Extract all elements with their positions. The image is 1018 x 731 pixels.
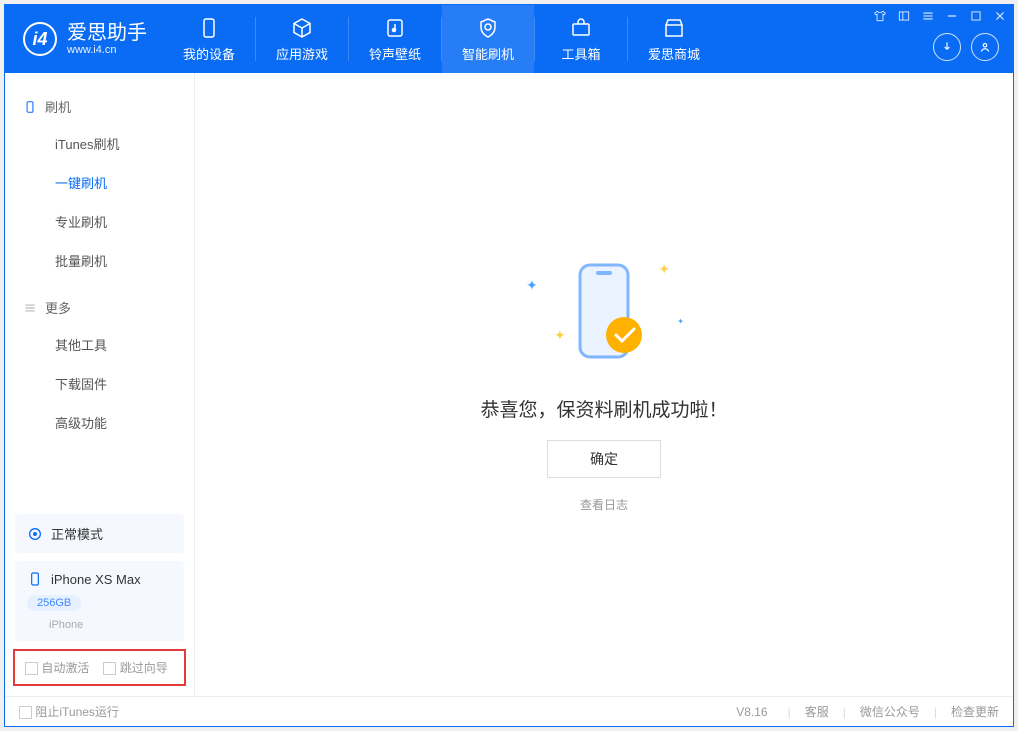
panel-icon[interactable] bbox=[897, 9, 911, 23]
device-mode: 正常模式 bbox=[51, 524, 103, 543]
device-type: iPhone bbox=[27, 619, 172, 631]
music-icon bbox=[383, 16, 407, 40]
logo: i4 爱思助手 www.i4.cn bbox=[5, 22, 163, 56]
device-icon bbox=[197, 16, 221, 40]
maximize-icon[interactable] bbox=[969, 9, 983, 23]
footer-right: V8.16 | 客服 | 微信公众号 | 检查更新 bbox=[736, 703, 999, 720]
tab-label: 工具箱 bbox=[561, 44, 600, 63]
footer-link-support[interactable]: 客服 bbox=[805, 703, 829, 720]
sidebar: 刷机 iTunes刷机 一键刷机 专业刷机 批量刷机 更多 其他工具 下载固件 … bbox=[5, 73, 195, 696]
more-icon bbox=[23, 301, 37, 315]
menu-icon[interactable] bbox=[921, 9, 935, 23]
window-controls bbox=[873, 9, 1007, 23]
tab-apps[interactable]: 应用游戏 bbox=[256, 5, 348, 73]
cube-icon bbox=[290, 16, 314, 40]
success-message: 恭喜您，保资料刷机成功啦！ bbox=[480, 395, 727, 422]
sidebar-item-itunes[interactable]: iTunes刷机 bbox=[5, 124, 194, 163]
store-icon bbox=[662, 16, 686, 40]
tab-my-device[interactable]: 我的设备 bbox=[163, 5, 255, 73]
logo-icon: i4 bbox=[23, 22, 57, 56]
minimize-icon[interactable] bbox=[945, 9, 959, 23]
close-icon[interactable] bbox=[993, 9, 1007, 23]
mode-icon bbox=[27, 526, 43, 542]
sidebar-group-flash: 刷机 bbox=[5, 89, 194, 124]
auto-activate-checkbox[interactable]: 自动激活 bbox=[25, 659, 89, 676]
sidebar-item-advanced[interactable]: 高级功能 bbox=[5, 403, 194, 442]
download-button[interactable] bbox=[933, 33, 961, 61]
user-button[interactable] bbox=[971, 33, 999, 61]
app-sub: www.i4.cn bbox=[67, 44, 147, 56]
sidebar-item-other[interactable]: 其他工具 bbox=[5, 325, 194, 364]
app-name: 爱思助手 bbox=[67, 22, 147, 44]
footer-link-wechat[interactable]: 微信公众号 bbox=[860, 703, 920, 720]
tab-label: 应用游戏 bbox=[276, 44, 328, 63]
tab-label: 爱思商城 bbox=[648, 44, 700, 63]
version-label: V8.16 bbox=[736, 705, 767, 719]
titlebar: i4 爱思助手 www.i4.cn 我的设备 应用游戏 铃声壁纸 bbox=[5, 5, 1013, 73]
top-tabs: 我的设备 应用游戏 铃声壁纸 智能刷机 工具箱 bbox=[163, 5, 720, 73]
phone-icon bbox=[23, 100, 37, 114]
view-log-link[interactable]: 查看日志 bbox=[580, 496, 628, 513]
sidebar-group-title: 更多 bbox=[45, 298, 71, 317]
tab-ringtones[interactable]: 铃声壁纸 bbox=[349, 5, 441, 73]
ok-button[interactable]: 确定 bbox=[547, 440, 661, 478]
tab-store[interactable]: 爱思商城 bbox=[628, 5, 720, 73]
app-window: i4 爱思助手 www.i4.cn 我的设备 应用游戏 铃声壁纸 bbox=[4, 4, 1014, 727]
tab-label: 铃声壁纸 bbox=[369, 44, 421, 63]
sidebar-item-pro[interactable]: 专业刷机 bbox=[5, 202, 194, 241]
main-content: ✦ ✦ ✦ ✦ 恭喜您，保资料刷机成功啦！ 确定 查看日志 bbox=[195, 73, 1013, 696]
tab-label: 智能刷机 bbox=[462, 44, 514, 63]
success-illustration: ✦ ✦ ✦ ✦ bbox=[544, 257, 664, 377]
shirt-icon[interactable] bbox=[873, 9, 887, 23]
footer-link-update[interactable]: 检查更新 bbox=[951, 703, 999, 720]
stop-itunes-checkbox[interactable]: 阻止iTunes运行 bbox=[19, 703, 119, 720]
sidebar-group-title: 刷机 bbox=[45, 97, 71, 116]
toolbox-icon bbox=[569, 16, 593, 40]
device-mode-row[interactable]: 正常模式 bbox=[15, 514, 184, 553]
options-highlight: 自动激活 跳过向导 bbox=[13, 649, 186, 686]
tab-flash[interactable]: 智能刷机 bbox=[442, 5, 534, 73]
device-model: iPhone XS Max bbox=[51, 572, 141, 587]
tab-label: 我的设备 bbox=[183, 44, 235, 63]
device-panel: 正常模式 iPhone XS Max 256GB iPhone 自动激活 跳过向… bbox=[5, 514, 194, 696]
phone-icon bbox=[27, 571, 43, 587]
footer: 阻止iTunes运行 V8.16 | 客服 | 微信公众号 | 检查更新 bbox=[5, 696, 1013, 726]
download-icon bbox=[940, 40, 954, 54]
shield-icon bbox=[476, 16, 500, 40]
phone-success-icon bbox=[544, 257, 664, 377]
body: 刷机 iTunes刷机 一键刷机 专业刷机 批量刷机 更多 其他工具 下载固件 … bbox=[5, 73, 1013, 696]
device-info-row[interactable]: iPhone XS Max 256GB iPhone bbox=[15, 561, 184, 641]
skip-guide-checkbox[interactable]: 跳过向导 bbox=[103, 659, 167, 676]
sidebar-group-more: 更多 bbox=[5, 290, 194, 325]
device-capacity: 256GB bbox=[27, 595, 81, 611]
sidebar-item-batch[interactable]: 批量刷机 bbox=[5, 241, 194, 280]
sidebar-item-onekey[interactable]: 一键刷机 bbox=[5, 163, 194, 202]
user-icon bbox=[978, 40, 992, 54]
sidebar-item-firmware[interactable]: 下载固件 bbox=[5, 364, 194, 403]
tab-toolbox[interactable]: 工具箱 bbox=[535, 5, 627, 73]
